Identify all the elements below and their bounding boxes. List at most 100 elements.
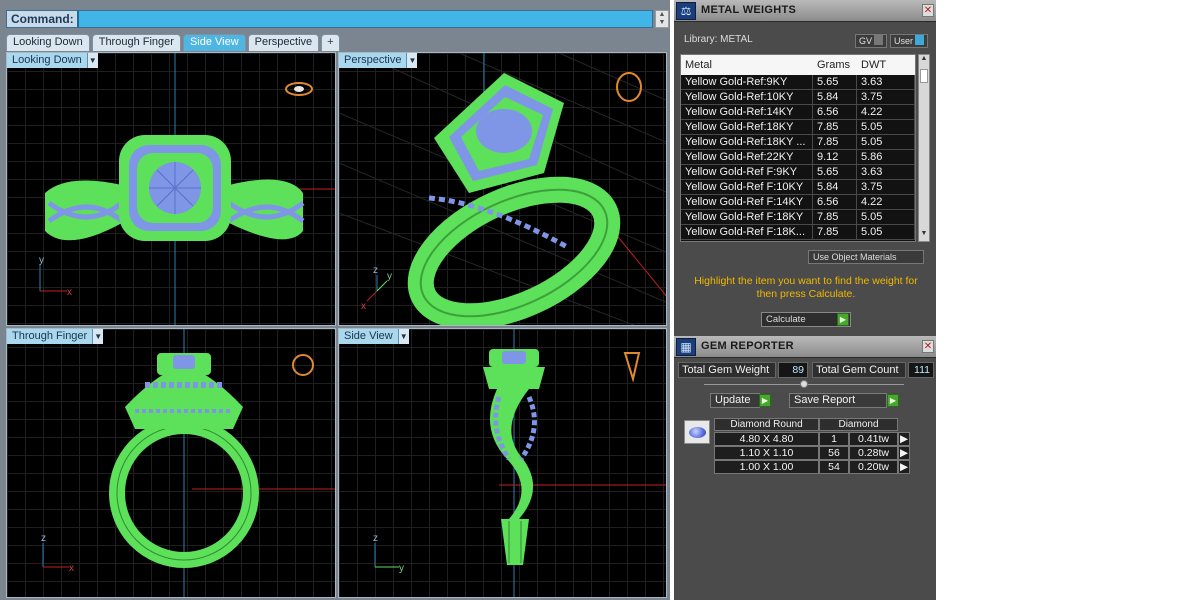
table-row[interactable]: Yellow Gold-Ref F:18K... 7.85 5.05 [681, 225, 915, 240]
axis-y-label: y [399, 563, 404, 574]
select-gem-icon[interactable]: ▶ [898, 460, 910, 474]
metal-name-cell: Yellow Gold-Ref F:14KY [681, 195, 813, 209]
slider-handle[interactable] [800, 380, 808, 388]
select-gem-icon[interactable]: ▶ [898, 432, 910, 446]
axis-z-label: z [373, 265, 378, 276]
tab-looking-down[interactable]: Looking Down [6, 34, 90, 51]
grams-cell: 7.85 [813, 120, 857, 134]
user-button[interactable]: User [890, 34, 929, 48]
gem-weight-cell: 0.20tw [849, 460, 898, 474]
table-row[interactable]: Yellow Gold-Ref:10KY 5.84 3.75 [681, 90, 915, 105]
dwt-cell: 3.63 [857, 75, 915, 89]
table-row[interactable]: Yellow Gold-Ref:18KY 7.85 5.05 [681, 120, 915, 135]
total-gem-weight-value: 89 [778, 362, 808, 378]
table-row[interactable]: Yellow Gold-Ref:14KY 6.56 4.22 [681, 105, 915, 120]
viewport-side-view[interactable]: z y Side View ▼ [338, 328, 667, 598]
metal-table-scrollbar[interactable]: ▲ ▼ [918, 54, 930, 242]
cad-workspace: Command: ▲ ▼ Looking Down Through Finger… [0, 0, 670, 600]
dwt-cell: 4.22 [857, 105, 915, 119]
table-row[interactable]: Yellow Gold-Ref:9KY 5.65 3.63 [681, 75, 915, 90]
gem-report-icon: ▦ [676, 338, 696, 356]
table-row[interactable]: Yellow Gold-Ref F:14KY 6.56 4.22 [681, 195, 915, 210]
view-tabs: Looking Down Through Finger Side View Pe… [6, 34, 342, 51]
metal-table-header: Metal Grams DWT [681, 55, 915, 75]
scroll-thumb[interactable] [920, 69, 928, 83]
axis-z-label: z [41, 533, 46, 544]
viewport-looking-down[interactable]: y x Looking Down ▼ [6, 52, 336, 326]
save-report-button[interactable]: Save Report [789, 393, 887, 408]
scale-icon: ⚖ [676, 2, 696, 20]
library-label: Library: METAL [684, 34, 753, 45]
chevron-down-icon[interactable]: ▼ [92, 329, 104, 344]
update-button[interactable]: Update [710, 393, 760, 408]
metal-table: Metal Grams DWT Yellow Gold-Ref:9KY 5.65 3… [680, 54, 916, 242]
close-icon[interactable]: ✕ [922, 340, 934, 353]
gem-weight-cell: 0.28tw [849, 446, 898, 460]
column-grams[interactable]: Grams [813, 55, 857, 75]
grams-cell: 5.84 [813, 90, 857, 104]
calculate-hint: Highlight the item you want to find the … [694, 275, 918, 300]
tab-perspective[interactable]: Perspective [247, 34, 320, 51]
table-row[interactable]: Yellow Gold-Ref:22KY 9.12 5.86 [681, 150, 915, 165]
gem-slider[interactable] [704, 380, 904, 388]
column-dwt[interactable]: DWT [857, 55, 915, 75]
viewport-label-perspective[interactable]: Perspective ▼ [339, 53, 418, 68]
chevron-down-icon[interactable]: ▼ [86, 53, 98, 68]
grams-cell: 5.65 [813, 75, 857, 89]
scroll-up-icon[interactable]: ▲ [656, 11, 668, 19]
gem-size-cell: 1.00 X 1.00 [714, 460, 819, 474]
chevron-down-icon[interactable]: ▼ [406, 53, 418, 68]
table-row[interactable]: Yellow Gold-Ref F:18KY 7.85 5.05 [681, 210, 915, 225]
axis-x-label: x [67, 287, 72, 298]
empty-area [936, 0, 1200, 600]
viewport-label-through-finger[interactable]: Through Finger ▼ [7, 329, 104, 344]
grams-cell: 5.84 [813, 180, 857, 194]
scroll-down-icon[interactable]: ▼ [656, 19, 668, 27]
tab-side-view[interactable]: Side View [182, 34, 246, 51]
total-gem-count-value: 111 [908, 362, 934, 378]
gem-size-cell: 4.80 X 4.80 [714, 432, 819, 446]
dwt-cell: 3.75 [857, 180, 915, 194]
update-go-icon[interactable]: ▶ [759, 394, 771, 407]
ring-side-view: z y [373, 329, 666, 597]
grams-cell: 7.85 [813, 225, 857, 239]
table-row[interactable]: Yellow Gold-Ref F:9KY 5.65 3.63 [681, 165, 915, 180]
gem-weight-cell: 0.41tw [849, 432, 898, 446]
calculate-go-icon[interactable]: ▶ [837, 313, 849, 326]
close-icon[interactable]: ✕ [922, 4, 934, 17]
dwt-cell: 3.75 [857, 90, 915, 104]
command-label: Command: [7, 11, 78, 27]
table-row[interactable]: Yellow Gold-Ref F:10KY 5.84 3.75 [681, 180, 915, 195]
grams-cell: 6.56 [813, 105, 857, 119]
gv-button[interactable]: GV [855, 34, 888, 48]
command-scrollbar[interactable]: ▲ ▼ [655, 10, 669, 28]
metal-name-cell: Yellow Gold-Ref F:9KY [681, 165, 813, 179]
grams-cell: 7.85 [813, 210, 857, 224]
grams-cell: 6.56 [813, 195, 857, 209]
tab-through-finger[interactable]: Through Finger [91, 34, 181, 51]
scroll-down-icon[interactable]: ▼ [919, 230, 929, 241]
dwt-cell: 3.63 [857, 165, 915, 179]
table-row[interactable]: Yellow Gold-Ref:18KY ... 7.85 5.05 [681, 135, 915, 150]
axis-x-label: x [69, 563, 74, 574]
column-metal[interactable]: Metal [681, 55, 813, 75]
metal-name-cell: Yellow Gold-Ref:18KY ... [681, 135, 813, 149]
axis-z-label: z [373, 533, 378, 544]
select-gem-icon[interactable]: ▶ [898, 446, 910, 460]
total-gem-count-label: Total Gem Count [812, 362, 906, 378]
viewport-through-finger[interactable]: z x Through Finger ▼ [6, 328, 336, 598]
command-input[interactable] [77, 11, 652, 27]
save-report-go-icon[interactable]: ▶ [887, 394, 899, 407]
dwt-cell: 5.05 [857, 225, 915, 239]
use-object-materials-checkbox[interactable]: Use Object Materials [808, 250, 924, 264]
table-row: 4.80 X 4.80 1 0.41tw ▶ [714, 432, 910, 446]
scroll-up-icon[interactable]: ▲ [919, 55, 929, 66]
add-tab-button[interactable]: + [321, 34, 340, 51]
gem-shape-header: Diamond Round [714, 418, 819, 431]
viewport-perspective[interactable]: z y x Perspective ▼ [338, 52, 667, 326]
viewport-label-looking-down[interactable]: Looking Down ▼ [7, 53, 98, 68]
viewport-label-side-view[interactable]: Side View ▼ [339, 329, 409, 344]
grams-cell: 9.12 [813, 150, 857, 164]
chevron-down-icon[interactable]: ▼ [397, 329, 409, 344]
gem-count-cell: 54 [819, 460, 849, 474]
